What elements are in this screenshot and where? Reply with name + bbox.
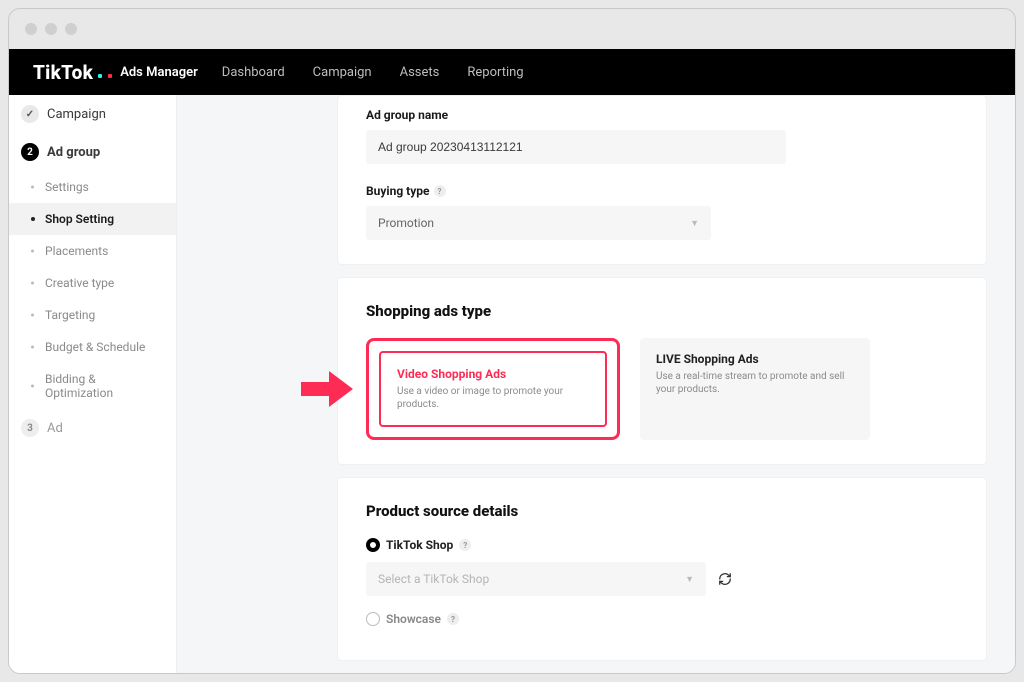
window-dot xyxy=(45,23,57,35)
nav-campaign[interactable]: Campaign xyxy=(313,65,372,80)
app: TikTok Ads Manager Dashboard Campaign As… xyxy=(9,49,1015,673)
shop-select-row: Select a TikTok Shop ▼ xyxy=(366,562,958,596)
sidebar-sub-shop-setting[interactable]: Shop Setting xyxy=(9,203,176,235)
brand: TikTok Ads Manager xyxy=(33,61,198,84)
help-icon[interactable]: ? xyxy=(447,613,459,625)
option-desc: Use a real-time stream to promote and se… xyxy=(656,370,854,396)
input-adgroup-name[interactable] xyxy=(366,130,786,164)
sidebar-sub-settings[interactable]: Settings xyxy=(9,171,176,203)
browser-titlebar xyxy=(9,9,1015,49)
highlight-frame: Video Shopping Ads Use a video or image … xyxy=(366,338,620,440)
refresh-icon[interactable] xyxy=(718,572,732,586)
radio-unselected-icon xyxy=(366,612,380,626)
label-text: Buying type xyxy=(366,184,430,198)
sidebar-sub-budget[interactable]: Budget & Schedule xyxy=(9,331,176,363)
select-value: Promotion xyxy=(378,216,434,230)
radio-label: Showcase xyxy=(386,612,441,626)
chevron-down-icon: ▼ xyxy=(690,218,699,229)
step-number-icon: 2 xyxy=(21,143,39,161)
ads-type-row: Video Shopping Ads Use a video or image … xyxy=(366,338,958,440)
sidebar-sub-bidding[interactable]: Bidding & Optimization xyxy=(9,363,176,409)
nav-reporting[interactable]: Reporting xyxy=(467,65,523,80)
radio-label: TikTok Shop xyxy=(386,538,453,552)
body: Campaign 2 Ad group Settings Shop Settin… xyxy=(9,95,1015,673)
browser-frame: TikTok Ads Manager Dashboard Campaign As… xyxy=(8,8,1016,674)
label-adgroup-name: Ad group name xyxy=(366,108,958,122)
card-product-source: Product source details TikTok Shop ? Sel… xyxy=(337,477,987,661)
sidebar-step-campaign[interactable]: Campaign xyxy=(9,95,176,133)
radio-showcase[interactable]: Showcase ? xyxy=(366,612,958,626)
sidebar-step-label: Campaign xyxy=(47,107,106,122)
help-icon[interactable]: ? xyxy=(434,185,446,197)
logo-accent-pink xyxy=(108,74,112,78)
option-live-shopping-ads[interactable]: LIVE Shopping Ads Use a real-time stream… xyxy=(640,338,870,440)
option-video-shopping-ads[interactable]: Video Shopping Ads Use a video or image … xyxy=(379,351,607,427)
topbar: TikTok Ads Manager Dashboard Campaign As… xyxy=(9,49,1015,95)
brand-product: Ads Manager xyxy=(120,65,198,80)
option-title: Video Shopping Ads xyxy=(397,367,589,381)
top-nav: Dashboard Campaign Assets Reporting xyxy=(222,65,524,80)
sidebar-step-label: Ad group xyxy=(47,145,100,160)
select-tiktok-shop[interactable]: Select a TikTok Shop ▼ xyxy=(366,562,706,596)
sidebar-sub-targeting[interactable]: Targeting xyxy=(9,299,176,331)
sidebar: Campaign 2 Ad group Settings Shop Settin… xyxy=(9,95,177,673)
card-adgroup-basic: Ad group name Buying type ? Promotion ▼ xyxy=(337,95,987,265)
nav-dashboard[interactable]: Dashboard xyxy=(222,65,285,80)
label-text: Ad group name xyxy=(366,108,448,122)
content: Ad group name Buying type ? Promotion ▼ … xyxy=(177,95,1015,673)
sidebar-step-ad[interactable]: 3 Ad xyxy=(9,409,176,447)
sidebar-step-label: Ad xyxy=(47,421,63,436)
section-title-source: Product source details xyxy=(366,502,958,520)
sidebar-sub-creative-type[interactable]: Creative type xyxy=(9,267,176,299)
chevron-down-icon: ▼ xyxy=(685,574,694,585)
help-icon[interactable]: ? xyxy=(459,539,471,551)
card-shopping-type: Shopping ads type Video Shopping Ads Use… xyxy=(337,277,987,465)
step-number-icon: 3 xyxy=(21,419,39,437)
window-dot xyxy=(25,23,37,35)
section-title-shopping: Shopping ads type xyxy=(366,302,958,320)
check-icon xyxy=(21,105,39,123)
radio-selected-icon xyxy=(366,538,380,552)
select-placeholder: Select a TikTok Shop xyxy=(378,572,489,586)
radio-tiktok-shop[interactable]: TikTok Shop ? xyxy=(366,538,958,552)
window-dot xyxy=(65,23,77,35)
sidebar-step-adgroup[interactable]: 2 Ad group xyxy=(9,133,176,171)
select-buying-type[interactable]: Promotion ▼ xyxy=(366,206,711,240)
option-desc: Use a video or image to promote your pro… xyxy=(397,385,589,411)
arrow-icon xyxy=(301,371,353,407)
nav-assets[interactable]: Assets xyxy=(400,65,440,80)
logo-accent-cyan xyxy=(98,74,102,78)
option-title: LIVE Shopping Ads xyxy=(656,352,854,366)
label-buying-type: Buying type ? xyxy=(366,184,958,198)
sidebar-sub-placements[interactable]: Placements xyxy=(9,235,176,267)
brand-logo: TikTok xyxy=(33,61,93,84)
